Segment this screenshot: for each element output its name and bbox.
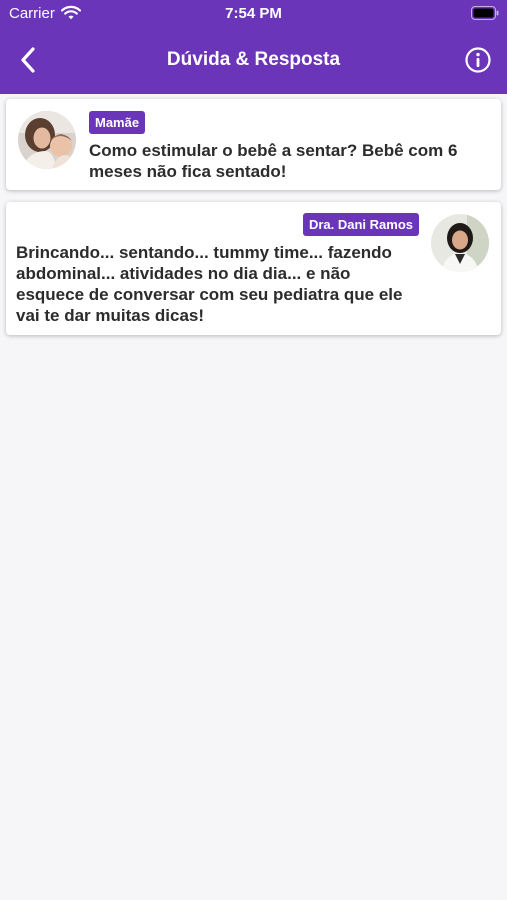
nav-bar: Dúvida & Resposta bbox=[0, 28, 507, 94]
answer-card[interactable]: Dra. Dani Ramos Brincando... sentando...… bbox=[6, 202, 501, 335]
author-badge: Mamãe bbox=[89, 111, 146, 134]
question-text: Como estimular o bebê a sentar? Bebê com… bbox=[89, 141, 458, 181]
status-bar: Carrier 7:54 PM bbox=[0, 0, 507, 28]
app-header: Carrier 7:54 PM Dúvida & Resposta bbox=[0, 0, 507, 94]
question-card[interactable]: Mamãe Como estimular o bebê a sentar? Be… bbox=[6, 99, 501, 190]
page-title: Dúvida & Resposta bbox=[166, 49, 341, 70]
mother-avatar bbox=[18, 111, 76, 169]
status-time: 7:54 PM bbox=[225, 5, 282, 22]
info-button[interactable] bbox=[460, 42, 496, 78]
answer-text: Brincando... sentando... tummy time... f… bbox=[16, 243, 403, 325]
battery-icon bbox=[471, 6, 499, 25]
doctor-badge: Dra. Dani Ramos bbox=[302, 213, 419, 236]
info-circle-icon bbox=[465, 47, 491, 73]
doctor-avatar bbox=[431, 214, 489, 272]
